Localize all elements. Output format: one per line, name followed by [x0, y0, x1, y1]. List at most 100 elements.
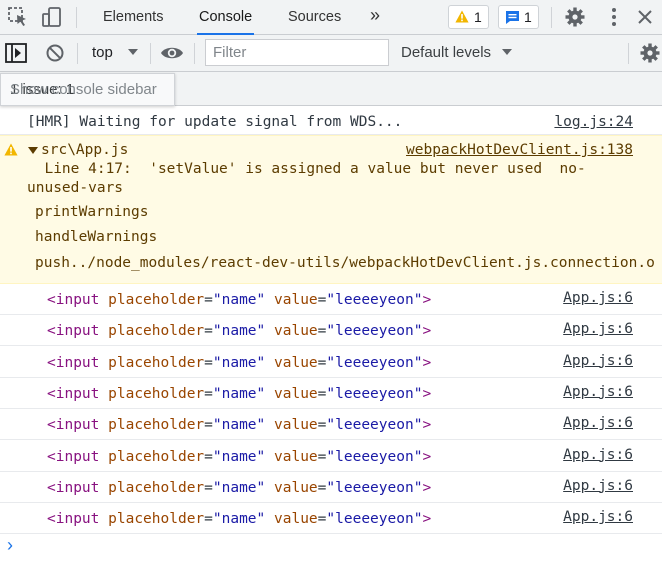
console-toolbar: top Filter Default levels [0, 35, 662, 72]
html-element-preview[interactable]: <input placeholder="name" value="leeeeye… [47, 511, 431, 527]
log-source-link[interactable]: App.js:6 [563, 321, 633, 337]
tag-close: > [422, 417, 432, 434]
attr-name: placeholder [108, 354, 205, 371]
tag-open: <input [47, 448, 100, 465]
console-log-row: <input placeholder="name" value="leeeeye… [0, 284, 662, 315]
attr-name: placeholder [108, 511, 205, 528]
console-log-row: <input placeholder="name" value="leeeeye… [0, 503, 662, 535]
attr-value: "name" [212, 385, 266, 402]
attr-value: "name" [212, 292, 266, 308]
console-warning-message: src\App.js webpackHotDevClient.js:138 Li… [0, 135, 662, 284]
filter-input[interactable]: Filter [205, 39, 389, 66]
stack-frame: printWarnings [35, 204, 149, 220]
devtools-tabbar: Elements Console Sources » 1 1 [0, 0, 662, 35]
tag-open: <input [47, 292, 100, 308]
show-sidebar-icon[interactable] [5, 43, 27, 63]
attr-name: placeholder [108, 479, 205, 496]
log-levels-dropdown[interactable]: Default levels [401, 44, 512, 61]
log-source-link[interactable]: App.js:6 [563, 384, 633, 400]
html-element-preview[interactable]: <input placeholder="name" value="leeeeye… [47, 417, 431, 433]
live-expression-eye-icon[interactable] [160, 45, 184, 61]
more-options-icon[interactable] [603, 6, 625, 28]
warning-icon [455, 10, 469, 23]
tag-close: > [422, 448, 432, 465]
device-toolbar-icon[interactable] [41, 6, 63, 28]
tab-console[interactable]: Console [196, 0, 255, 35]
console-settings-gear-icon[interactable] [639, 42, 661, 64]
log-message: [HMR] Waiting for update signal from WDS… [27, 114, 403, 130]
attr-value: "name" [212, 511, 266, 528]
attr-name: placeholder [108, 323, 205, 340]
attr-name: placeholder [108, 417, 205, 434]
prompt-chevron-icon: › [7, 535, 13, 555]
html-element-preview[interactable]: <input placeholder="name" value="leeeeye… [47, 323, 431, 339]
attr-name: placeholder [108, 448, 205, 465]
tab-sources[interactable]: Sources [288, 0, 341, 34]
attr-name: value [274, 385, 318, 402]
tag-open: <input [47, 417, 100, 434]
log-source-link[interactable]: App.js:6 [563, 415, 633, 431]
attr-value: "name" [212, 479, 266, 496]
html-element-preview[interactable]: <input placeholder="name" value="leeeeye… [47, 386, 431, 402]
log-source-link[interactable]: log.js:24 [554, 114, 633, 130]
html-element-preview[interactable]: <input placeholder="name" value="leeeeye… [47, 449, 431, 465]
tag-close: > [422, 511, 432, 528]
attr-name: placeholder [108, 385, 205, 402]
settings-gear-icon[interactable] [564, 6, 586, 28]
more-tabs-button[interactable]: » [370, 0, 380, 32]
attr-name: value [274, 292, 318, 308]
expand-triangle-icon[interactable] [28, 146, 38, 155]
context-label: top [92, 44, 113, 61]
warning-icon [4, 143, 18, 156]
show-console-sidebar-tooltip: 1 issue: 1 Show console sidebar [0, 73, 175, 106]
attr-name: value [274, 479, 318, 496]
toolbar-divider [628, 43, 629, 64]
console-log-hmr: [HMR] Waiting for update signal from WDS… [0, 106, 662, 135]
console-log-row: <input placeholder="name" value="leeeeye… [0, 378, 662, 409]
attr-value: "leeeeyeon" [326, 354, 423, 371]
chevron-down-icon [128, 49, 138, 55]
toolbar-divider [551, 7, 552, 28]
html-element-preview[interactable]: <input placeholder="name" value="leeeeye… [47, 292, 431, 308]
log-source-link[interactable]: App.js:6 [563, 447, 633, 463]
toolbar-divider [150, 43, 151, 64]
toolbar-divider [194, 43, 195, 64]
attr-name: placeholder [108, 292, 205, 308]
clear-console-icon[interactable] [45, 43, 65, 63]
attr-name: value [274, 511, 318, 528]
close-devtools-icon[interactable] [634, 6, 656, 28]
tag-close: > [422, 292, 432, 308]
context-selector[interactable]: top [92, 44, 138, 61]
attr-value: "leeeeyeon" [326, 511, 423, 528]
chevron-down-icon [502, 49, 512, 55]
attr-name: value [274, 448, 318, 465]
attr-name: value [274, 354, 318, 371]
messages-badge[interactable]: 1 [498, 5, 539, 29]
attr-value: "leeeeyeon" [326, 448, 423, 465]
warning-message-line: Line 4:17: 'setValue' is assigned a valu… [27, 161, 586, 177]
attr-value: "name" [212, 354, 266, 371]
attr-name: value [274, 417, 318, 434]
tag-open: <input [47, 511, 100, 528]
attr-value: "leeeeyeon" [326, 292, 423, 308]
log-source-link[interactable]: App.js:6 [563, 290, 633, 306]
tag-open: <input [47, 354, 100, 371]
log-source-link[interactable]: App.js:6 [563, 353, 633, 369]
warnings-count: 1 [474, 9, 482, 25]
warning-message-line: unused-vars [27, 180, 124, 196]
tooltip-text: Show console sidebar [10, 81, 157, 98]
html-element-preview[interactable]: <input placeholder="name" value="leeeeye… [47, 355, 431, 371]
warnings-badge[interactable]: 1 [448, 5, 489, 29]
tag-close: > [422, 323, 432, 340]
warning-source-link[interactable]: webpackHotDevClient.js:138 [406, 142, 633, 158]
html-element-preview[interactable]: <input placeholder="name" value="leeeeye… [47, 480, 431, 496]
attr-value: "leeeeyeon" [326, 385, 423, 402]
console-prompt[interactable]: › [0, 533, 662, 577]
tag-open: <input [47, 479, 100, 496]
stack-frame: push../node_modules/react-dev-utils/webp… [35, 255, 655, 271]
inspect-element-icon[interactable] [7, 6, 29, 28]
log-source-link[interactable]: App.js:6 [563, 478, 633, 494]
log-source-link[interactable]: App.js:6 [563, 509, 633, 525]
tab-elements[interactable]: Elements [103, 0, 163, 34]
console-log-row: <input placeholder="name" value="leeeeye… [0, 409, 662, 441]
